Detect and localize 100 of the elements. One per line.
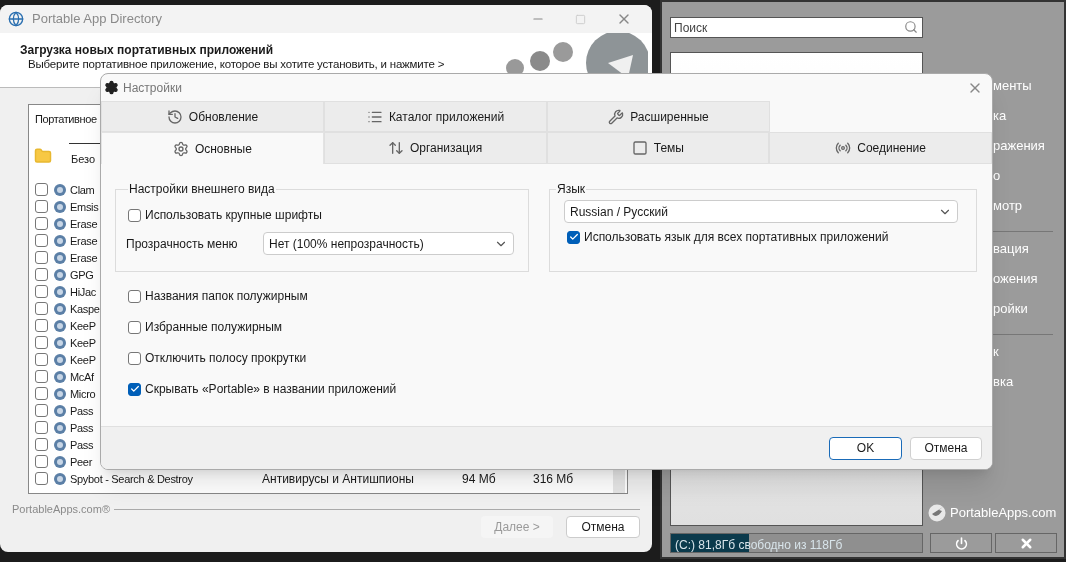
checkbox-label: Отключить полосу прокрутки — [145, 350, 307, 367]
app-name: Peer — [70, 455, 93, 468]
checkbox[interactable] — [128, 351, 141, 365]
settings-tab[interactable]: Темы — [546, 132, 770, 164]
app-icon — [53, 437, 67, 452]
power-icon — [954, 536, 968, 550]
globe-icon — [8, 11, 24, 27]
header-title: Загрузка новых портативных приложений — [20, 42, 274, 59]
install-size: 316 Мб — [533, 470, 574, 488]
app-name: McAf — [70, 370, 94, 383]
checkbox[interactable] — [567, 230, 580, 244]
tab-icon — [608, 108, 625, 125]
checkbox[interactable] — [128, 320, 141, 334]
app-name: Emsis — [70, 200, 99, 213]
app-icon — [53, 471, 67, 486]
app-name: HiJac — [70, 285, 96, 298]
app-icon — [53, 386, 67, 401]
settings-tab[interactable]: Каталог приложений — [324, 101, 547, 132]
app-name: Pass — [70, 438, 94, 451]
checkbox[interactable] — [35, 319, 48, 332]
app-name: Clam — [70, 183, 95, 196]
app-icon — [53, 267, 67, 282]
checkbox[interactable] — [128, 208, 141, 222]
checkbox[interactable] — [35, 421, 48, 434]
app-name: Kaspe — [70, 302, 100, 315]
app-name: GPG — [70, 268, 94, 281]
settings-icon — [104, 80, 119, 95]
dialog-title: Настройки — [123, 79, 182, 97]
list-label: Портативное — [35, 112, 97, 127]
app-name: Pass — [70, 421, 94, 434]
settings-tab[interactable]: Расширенные — [547, 101, 770, 132]
folder-icon — [34, 147, 52, 165]
checkbox-label: Скрывать «Portable» в названии приложений — [145, 381, 397, 398]
checkbox[interactable] — [35, 336, 48, 349]
checkbox[interactable] — [35, 285, 48, 298]
brand-text: PortableApps.com® — [12, 502, 110, 517]
checkbox[interactable] — [35, 438, 48, 451]
app-icon — [53, 301, 67, 316]
check-icon — [129, 384, 140, 394]
header-subtitle: Выберите портативное приложение, которое вы хотите установить, и нажмите > — [28, 57, 445, 72]
app-icon — [53, 335, 67, 350]
settings-tab[interactable]: Основные — [101, 132, 324, 164]
app-name: Spybot - Search & Destroy — [70, 472, 193, 485]
dialog-button[interactable]: OK — [829, 436, 902, 460]
checkbox[interactable] — [35, 353, 48, 366]
app-name: Erase — [70, 234, 98, 247]
tab-icon — [835, 140, 852, 156]
settings-tab[interactable]: Организация — [323, 132, 547, 164]
app-name: Micro — [70, 387, 96, 400]
dialog-button[interactable]: Отмена — [910, 436, 982, 460]
app-icon — [53, 420, 67, 435]
app-icon — [53, 216, 67, 231]
settings-tab[interactable]: Обновление — [101, 101, 324, 132]
checkbox[interactable] — [35, 268, 48, 281]
tab-icon — [166, 108, 183, 125]
checkbox[interactable] — [35, 302, 48, 315]
app-name: KeeP — [70, 336, 96, 349]
app-icon — [53, 284, 67, 299]
check-icon — [568, 232, 579, 242]
power-button[interactable] — [930, 533, 992, 553]
app-icon — [53, 403, 67, 418]
app-icon — [53, 250, 67, 265]
app-icon — [53, 369, 67, 384]
tab-icon — [387, 140, 404, 156]
field-label: Прозрачность меню — [126, 235, 239, 253]
close-button[interactable] — [995, 533, 1057, 553]
checkbox[interactable] — [35, 251, 48, 264]
settings-tab[interactable]: Соединение — [769, 132, 992, 164]
logo-text: PortableApps.com — [950, 504, 1057, 522]
transparency-select[interactable]: Нет (100% непрозрачность) — [263, 232, 514, 255]
app-name: Erase — [70, 251, 98, 264]
search-field[interactable]: Поиск — [670, 17, 923, 38]
app-icon — [53, 199, 67, 214]
app-category: Антивирусы и Антишпионы — [262, 470, 415, 488]
search-icon[interactable] — [904, 20, 918, 34]
checkbox[interactable] — [35, 183, 48, 196]
checkbox[interactable] — [128, 289, 141, 303]
checkbox[interactable] — [35, 404, 48, 417]
tab-icon — [172, 140, 189, 157]
checkbox[interactable] — [35, 472, 48, 485]
checkbox-label: Использовать язык для всех портативных приложений — [584, 229, 889, 246]
window-title: Portable App Directory — [32, 10, 163, 29]
language-select[interactable]: Russian / Русский — [564, 200, 958, 223]
checkbox[interactable] — [35, 387, 48, 400]
app-name: Erase — [70, 217, 98, 230]
checkbox[interactable] — [35, 370, 48, 383]
checkbox[interactable] — [35, 234, 48, 247]
checkbox[interactable] — [128, 382, 141, 396]
checkbox-label: Использовать крупные шрифты — [145, 207, 322, 224]
checkbox[interactable] — [35, 217, 48, 230]
checkbox[interactable] — [35, 455, 48, 468]
dialog-button[interactable]: Отмена — [566, 516, 640, 538]
tab-icon — [631, 140, 648, 156]
app-name: Pass — [70, 404, 94, 417]
category-text: Безо — [71, 153, 96, 165]
checkbox-label: Избранные полужирным — [145, 319, 283, 336]
portableapps-logo-icon — [928, 503, 946, 522]
app-icon — [53, 454, 67, 469]
checkbox[interactable] — [35, 200, 48, 213]
app-name: KeeP — [70, 319, 96, 332]
